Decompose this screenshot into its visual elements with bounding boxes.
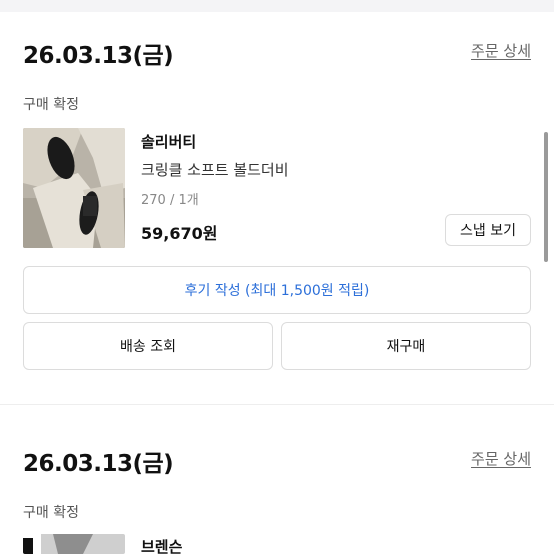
product-thumbnail[interactable]	[23, 128, 125, 248]
order-header: 26.03.13(금) 주문 상세	[23, 444, 531, 477]
product-price: 59,670원	[141, 224, 218, 243]
order-status: 구매 확정	[23, 505, 79, 521]
product-photo	[23, 128, 125, 248]
product-photo	[23, 534, 125, 554]
order-status: 구매 확정	[23, 97, 79, 113]
product-brand[interactable]: 솔리버티	[141, 131, 196, 152]
reorder-button[interactable]: 재구매	[281, 322, 531, 370]
order-detail-link[interactable]: 주문 상세	[471, 448, 531, 469]
order-date: 26.03.13(금)	[23, 43, 174, 69]
order-header: 26.03.13(금) 주문 상세	[23, 36, 531, 69]
section-separator	[0, 0, 554, 12]
track-shipping-button[interactable]: 배송 조회	[23, 322, 273, 370]
order-detail-link[interactable]: 주문 상세	[471, 40, 531, 61]
scrollbar[interactable]	[544, 132, 548, 262]
product-thumbnail[interactable]	[23, 534, 125, 554]
snap-view-button[interactable]: 스냅 보기	[445, 214, 531, 246]
order-divider	[0, 404, 554, 405]
order-date: 26.03.13(금)	[23, 451, 174, 477]
product-name[interactable]: 크링클 소프트 볼드더비	[141, 159, 289, 180]
product-option: 270 / 1개	[141, 193, 199, 208]
write-review-button[interactable]: 후기 작성 (최대 1,500원 적립)	[23, 266, 531, 314]
